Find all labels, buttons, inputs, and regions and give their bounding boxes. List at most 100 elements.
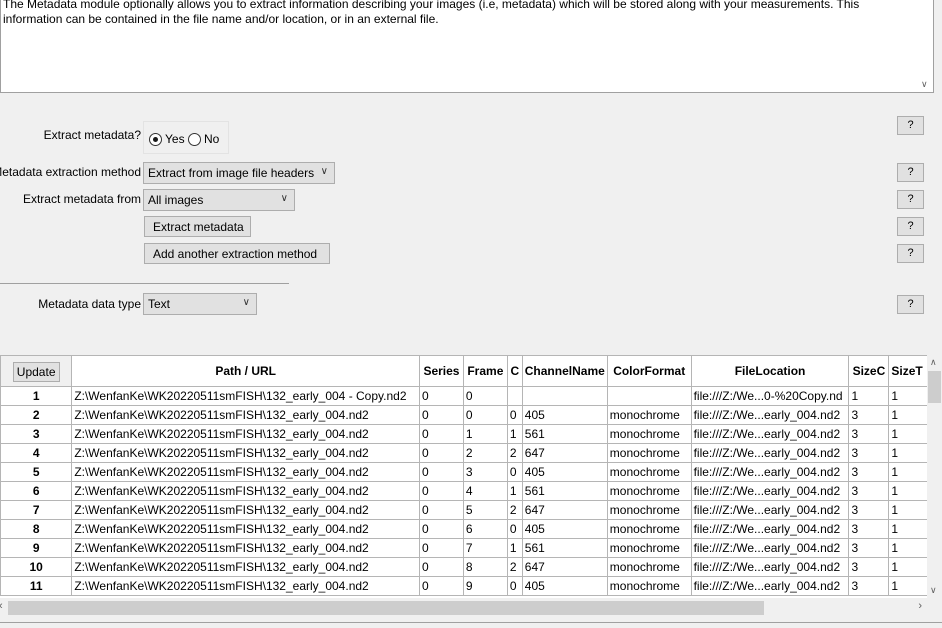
update-button[interactable]: Update <box>12 361 60 382</box>
column-header-sizec[interactable]: SizeC <box>848 355 890 387</box>
row-number[interactable]: 1 <box>0 386 73 406</box>
cell-path[interactable]: Z:\WenfanKe\WK20220511smFISH\132_early_0… <box>71 443 420 463</box>
cell-channelname[interactable] <box>521 386 608 406</box>
extract-metadata-button[interactable]: Extract metadata <box>144 216 251 237</box>
cell-colorformat[interactable]: monochrome <box>606 481 692 501</box>
cell-colorformat[interactable]: monochrome <box>606 557 692 577</box>
cell-sizec[interactable]: 1 <box>848 386 890 406</box>
cell-series[interactable]: 0 <box>419 481 464 501</box>
cell-series[interactable]: 0 <box>419 424 464 444</box>
cell-sizec[interactable]: 3 <box>848 500 890 520</box>
cell-c[interactable]: 2 <box>506 500 523 520</box>
scroll-right-icon[interactable]: › <box>918 600 922 612</box>
metadata-table-container[interactable]: Update Path / URL Series Frame C Channel… <box>0 355 942 598</box>
row-number[interactable]: 2 <box>0 405 73 425</box>
extraction-method-select[interactable]: Extract from image file headers ∨ <box>143 162 335 184</box>
cell-filelocation[interactable]: file:///Z:/We...early_004.nd2 <box>690 519 850 539</box>
column-header-channelname[interactable]: ChannelName <box>521 355 608 387</box>
scroll-down-icon[interactable]: ∨ <box>921 79 928 90</box>
column-header-c[interactable]: C <box>506 355 523 387</box>
help-button-datatype[interactable]: ? <box>897 295 924 314</box>
cell-colorformat[interactable]: monochrome <box>606 443 692 463</box>
row-number[interactable]: 10 <box>0 557 73 577</box>
table-row[interactable]: 8 Z:\WenfanKe\WK20220511smFISH\132_early_… <box>0 519 942 539</box>
scroll-up-icon[interactable]: ∧ <box>930 357 937 368</box>
cell-colorformat[interactable]: monochrome <box>606 576 692 596</box>
cell-filelocation[interactable]: file:///Z:/We...early_004.nd2 <box>690 557 850 577</box>
cell-filelocation[interactable]: file:///Z:/We...0-%20Copy.nd <box>690 386 850 406</box>
help-button-method[interactable]: ? <box>897 163 924 182</box>
table-row[interactable]: 6 Z:\WenfanKe\WK20220511smFISH\132_early_… <box>0 481 942 501</box>
cell-path[interactable]: Z:\WenfanKe\WK20220511smFISH\132_early_0… <box>71 500 420 520</box>
cell-channelname[interactable]: 405 <box>521 519 608 539</box>
cell-series[interactable]: 0 <box>419 519 464 539</box>
cell-sizec[interactable]: 3 <box>848 557 890 577</box>
cell-colorformat[interactable]: monochrome <box>606 519 692 539</box>
column-header-frame[interactable]: Frame <box>462 355 508 387</box>
metadata-data-type-select[interactable]: Text ∨ <box>143 293 257 315</box>
row-number[interactable]: 8 <box>0 519 73 539</box>
extract-from-select[interactable]: All images ∨ <box>143 189 295 211</box>
cell-c[interactable]: 0 <box>506 462 523 482</box>
cell-colorformat[interactable]: monochrome <box>606 424 692 444</box>
horizontal-scroll-thumb[interactable] <box>8 601 764 615</box>
cell-frame[interactable]: 0 <box>462 405 508 425</box>
cell-series[interactable]: 0 <box>419 557 464 577</box>
cell-sizec[interactable]: 3 <box>848 519 890 539</box>
cell-c[interactable] <box>506 386 523 406</box>
add-extraction-method-button[interactable]: Add another extraction method <box>144 243 330 264</box>
table-horizontal-scrollbar[interactable]: ‹ › <box>0 598 942 618</box>
radio-yes-indicator[interactable] <box>149 132 162 146</box>
cell-frame[interactable]: 2 <box>462 443 508 463</box>
cell-c[interactable]: 0 <box>506 576 523 596</box>
cell-series[interactable]: 0 <box>419 538 464 558</box>
cell-path[interactable]: Z:\WenfanKe\WK20220511smFISH\132_early_0… <box>71 386 420 406</box>
cell-channelname[interactable]: 561 <box>521 481 608 501</box>
cell-channelname[interactable]: 647 <box>521 500 608 520</box>
column-header-series[interactable]: Series <box>419 355 464 387</box>
cell-colorformat[interactable]: monochrome <box>606 500 692 520</box>
cell-series[interactable]: 0 <box>419 500 464 520</box>
cell-filelocation[interactable]: file:///Z:/We...early_004.nd2 <box>690 443 850 463</box>
cell-channelname[interactable]: 647 <box>521 443 608 463</box>
cell-colorformat[interactable]: monochrome <box>606 405 692 425</box>
row-number[interactable]: 7 <box>0 500 73 520</box>
row-number[interactable]: 3 <box>0 424 73 444</box>
row-number[interactable]: 5 <box>0 462 73 482</box>
cell-series[interactable]: 0 <box>419 576 464 596</box>
column-header-path[interactable]: Path / URL <box>71 355 420 387</box>
scroll-down-icon[interactable]: ∨ <box>930 585 937 596</box>
cell-sizec[interactable]: 3 <box>848 424 890 444</box>
module-description-box[interactable]: The Metadata module optionally allows yo… <box>0 0 934 93</box>
help-button-extract[interactable]: ? <box>897 116 924 135</box>
help-button-from[interactable]: ? <box>897 190 924 209</box>
cell-channelname[interactable]: 405 <box>521 405 608 425</box>
description-scrollbar[interactable]: ∨ <box>918 0 933 92</box>
cell-series[interactable]: 0 <box>419 386 464 406</box>
cell-frame[interactable]: 6 <box>462 519 508 539</box>
cell-path[interactable]: Z:\WenfanKe\WK20220511smFISH\132_early_0… <box>71 557 420 577</box>
cell-sizec[interactable]: 3 <box>848 481 890 501</box>
cell-path[interactable]: Z:\WenfanKe\WK20220511smFISH\132_early_0… <box>71 481 420 501</box>
cell-path[interactable]: Z:\WenfanKe\WK20220511smFISH\132_early_0… <box>71 405 420 425</box>
cell-series[interactable]: 0 <box>419 443 464 463</box>
cell-sizec[interactable]: 3 <box>848 576 890 596</box>
cell-path[interactable]: Z:\WenfanKe\WK20220511smFISH\132_early_0… <box>71 576 420 596</box>
cell-frame[interactable]: 9 <box>462 576 508 596</box>
table-row[interactable]: 5 Z:\WenfanKe\WK20220511smFISH\132_early_… <box>0 462 942 482</box>
cell-sizec[interactable]: 3 <box>848 443 890 463</box>
table-row[interactable]: 11 Z:\WenfanKe\WK20220511smFISH\132_early… <box>0 576 942 596</box>
cell-filelocation[interactable]: file:///Z:/We...early_004.nd2 <box>690 500 850 520</box>
cell-frame[interactable]: 4 <box>462 481 508 501</box>
scroll-left-icon[interactable]: ‹ <box>0 600 3 612</box>
table-row[interactable]: 3 Z:\WenfanKe\WK20220511smFISH\132_early_… <box>0 424 942 444</box>
cell-colorformat[interactable]: monochrome <box>606 538 692 558</box>
cell-channelname[interactable]: 405 <box>521 576 608 596</box>
cell-c[interactable]: 1 <box>506 424 523 444</box>
cell-c[interactable]: 0 <box>506 519 523 539</box>
column-header-filelocation[interactable]: FileLocation <box>690 355 850 387</box>
cell-filelocation[interactable]: file:///Z:/We...early_004.nd2 <box>690 405 850 425</box>
row-number[interactable]: 9 <box>0 538 73 558</box>
row-number[interactable]: 11 <box>0 576 73 596</box>
column-header-colorformat[interactable]: ColorFormat <box>606 355 692 387</box>
